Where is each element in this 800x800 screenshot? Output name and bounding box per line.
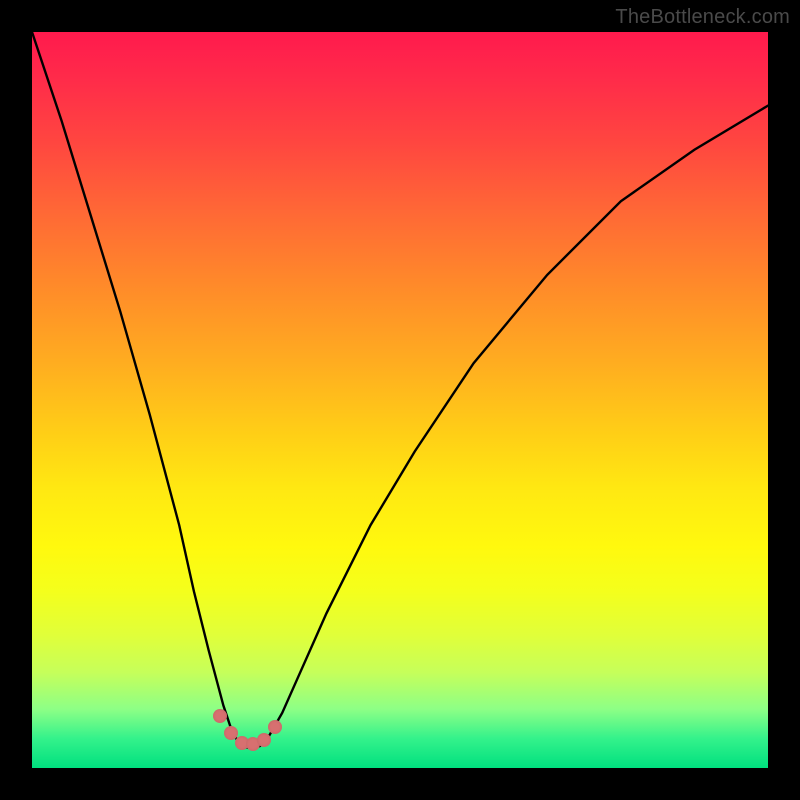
highlight-marker xyxy=(257,733,271,747)
chart-frame: TheBottleneck.com xyxy=(0,0,800,800)
highlight-marker xyxy=(268,720,282,734)
highlight-marker xyxy=(213,709,227,723)
attribution-text: TheBottleneck.com xyxy=(615,6,790,29)
plot-area xyxy=(32,32,768,768)
bottleneck-curve-path xyxy=(32,32,768,748)
curve-layer xyxy=(32,32,768,768)
